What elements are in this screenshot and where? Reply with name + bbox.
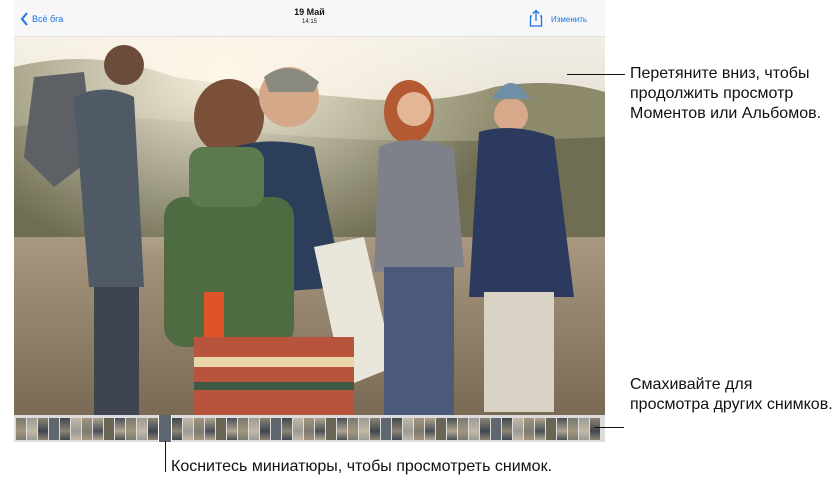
thumbnail[interactable] [260,417,270,440]
thumbnail[interactable] [148,417,158,440]
thumbnail[interactable] [557,417,567,440]
thumbnail[interactable] [546,417,556,440]
thumbnail[interactable] [403,417,413,440]
thumbnail[interactable] [304,417,314,440]
thumbnail[interactable] [172,417,182,440]
thumbnail[interactable] [513,417,523,440]
thumbnail[interactable] [249,417,259,440]
thumbnail[interactable] [115,417,125,440]
thumbnail[interactable] [579,417,589,440]
thumbnail[interactable] [414,417,424,440]
thumbnail[interactable] [282,417,292,440]
thumbnail[interactable] [38,417,48,440]
thumbnail[interactable] [49,417,59,440]
thumbnail[interactable] [93,417,103,440]
thumbnail[interactable] [392,417,402,440]
callout-line-strip [594,427,624,428]
thumbnail[interactable] [227,417,237,440]
thumbnail[interactable] [458,417,468,440]
thumbnail[interactable] [194,417,204,440]
thumbnail[interactable] [238,417,248,440]
caption-swipe-strip: Смахивайте для просмотра других снимков. [630,376,833,413]
thumbnail[interactable] [216,417,226,440]
thumbnail[interactable] [502,417,512,440]
thumbnail[interactable] [126,417,136,440]
thumbnail-strip[interactable] [14,415,605,442]
callout-line-thumb [165,441,166,472]
thumbnail[interactable] [326,417,336,440]
thumbnail[interactable] [16,417,26,440]
thumbnail[interactable] [469,417,479,440]
thumbnail[interactable] [568,417,578,440]
thumbnail[interactable] [370,417,380,440]
thumbnail[interactable] [271,417,281,440]
thumbnail[interactable] [447,417,457,440]
caption-swipe-down: Перетяните вниз, чтобы продолжить просмо… [630,65,822,122]
navigation-bar: Всё бга 19 Май 14:15 Изменить [14,0,605,37]
thumbnail[interactable] [425,417,435,440]
photo-date: 19 Май [294,7,325,17]
share-icon[interactable] [529,9,543,27]
thumbnail[interactable] [205,417,215,440]
thumbnail[interactable] [71,417,81,440]
thumbnail[interactable] [337,417,347,440]
thumbnail[interactable] [27,417,37,440]
thumbnail[interactable] [491,417,501,440]
callout-line-top [567,74,625,75]
thumbnail[interactable] [183,417,193,440]
thumbnail[interactable] [315,417,325,440]
edit-button[interactable]: Изменить [551,15,587,24]
main-photo[interactable] [14,37,605,415]
thumbnail[interactable] [535,417,545,440]
photo-time: 14:15 [301,19,317,25]
photo-date-time: 19 Май 14:15 [14,7,605,26]
thumbnail[interactable] [104,417,114,440]
thumbnail[interactable] [480,417,490,440]
thumbnail[interactable] [137,417,147,440]
thumbnail[interactable] [348,417,358,440]
thumbnail[interactable] [381,417,391,440]
thumbnail[interactable] [590,417,600,440]
thumbnail[interactable] [436,417,446,440]
thumbnail[interactable] [293,417,303,440]
thumbnail[interactable] [524,417,534,440]
thumbnail[interactable] [82,417,92,440]
thumbnail[interactable] [60,417,70,440]
thumbnail[interactable] [359,417,369,440]
ipad-photo-viewer: Всё бга 19 Май 14:15 Изменить [14,0,605,442]
caption-tap-thumb: Коснитесь миниатюры, чтобы просмотреть с… [171,458,553,475]
thumbnail[interactable] [158,415,172,442]
